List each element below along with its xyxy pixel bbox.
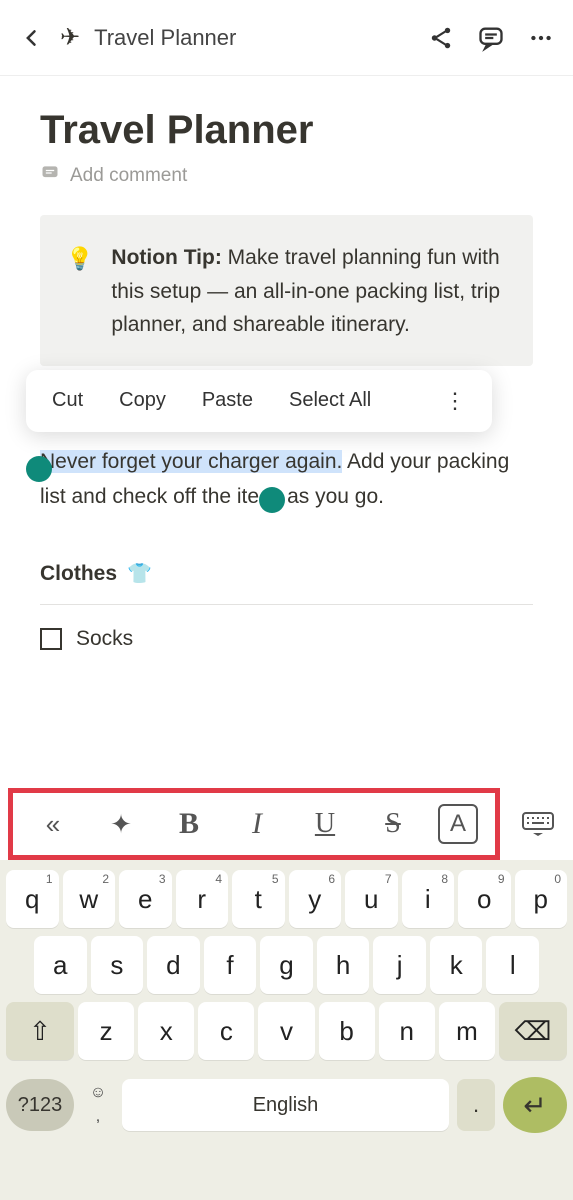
tip-callout[interactable]: 💡 Notion Tip: Make travel planning fun w… [40,215,533,366]
backspace-key[interactable]: ⌫ [499,1002,567,1060]
checkbox-icon[interactable] [40,628,62,650]
add-comment-button[interactable]: Add comment [40,163,533,189]
ai-sparkle-icon[interactable]: ✦ [98,809,144,840]
strike-button[interactable]: S [370,808,416,840]
key-r[interactable]: r4 [176,870,229,928]
key-c[interactable]: c [198,1002,254,1060]
key-f[interactable]: f [204,936,257,994]
plane-icon: ✈ [60,23,80,52]
italic-button[interactable]: I [234,807,280,841]
page-title[interactable]: Travel Planner [40,108,533,153]
add-comment-label: Add comment [70,165,187,187]
key-k[interactable]: k [430,936,483,994]
paste-button[interactable]: Paste [202,389,253,412]
selection-start-handle[interactable] [26,456,52,482]
key-row-2: asdfghjkl [6,936,567,994]
period-key[interactable]: . [457,1079,495,1131]
numeric-toggle-key[interactable]: ?123 [6,1079,74,1131]
key-row-4: ?123 ☺, English . ↵ [6,1072,567,1138]
key-p[interactable]: p0 [515,870,568,928]
key-s[interactable]: s [91,936,144,994]
key-row-3: ⇧ zxcvbnm ⌫ [6,1002,567,1060]
todo-item[interactable]: Socks [40,627,533,651]
key-x[interactable]: x [138,1002,194,1060]
select-all-button[interactable]: Select All [289,389,371,412]
shift-key[interactable]: ⇧ [6,1002,74,1060]
key-h[interactable]: h [317,936,370,994]
textstyle-button[interactable]: A [438,804,478,844]
callout-text: Notion Tip: Make travel planning fun wit… [111,241,507,342]
key-v[interactable]: v [258,1002,314,1060]
key-j[interactable]: j [373,936,426,994]
key-n[interactable]: n [379,1002,435,1060]
key-t[interactable]: t5 [232,870,285,928]
key-e[interactable]: e3 [119,870,172,928]
subheading-clothes[interactable]: Clothes 👕 [40,561,533,605]
collapse-icon[interactable]: « [30,809,76,840]
bold-button[interactable]: B [166,807,212,841]
selection-end-handle[interactable] [259,487,285,513]
comments-icon[interactable] [477,24,505,52]
comment-icon [40,163,60,189]
page-body: Travel Planner Add comment 💡 Notion Tip:… [0,76,573,651]
key-y[interactable]: y6 [289,870,342,928]
format-toolbar: « ✦ B I U S A [8,788,500,860]
key-a[interactable]: a [34,936,87,994]
key-g[interactable]: g [260,936,313,994]
key-m[interactable]: m [439,1002,495,1060]
key-d[interactable]: d [147,936,200,994]
context-menu: Cut Copy Paste Select All ⋮ [26,370,492,432]
back-icon[interactable] [18,24,46,52]
format-toolbar-wrap: « ✦ B I U S A [0,788,573,860]
key-o[interactable]: o9 [458,870,511,928]
key-w[interactable]: w2 [63,870,116,928]
todo-label: Socks [76,627,133,651]
selected-text: Never forget your charger again. [40,450,342,473]
emoji-key[interactable]: ☺, [82,1084,114,1126]
shirt-icon: 👕 [127,561,152,586]
share-icon[interactable] [427,24,455,52]
enter-key[interactable]: ↵ [503,1077,567,1133]
soft-keyboard: q1w2e3r4t5y6u7i8o9p0 asdfghjkl ⇧ zxcvbnm… [0,860,573,1200]
body-paragraph[interactable]: Never forget your charger again. Add you… [40,444,533,515]
subheading-label: Clothes [40,562,117,586]
more-icon[interactable] [527,24,555,52]
key-row-1: q1w2e3r4t5y6u7i8o9p0 [6,870,567,928]
key-l[interactable]: l [486,936,539,994]
key-u[interactable]: u7 [345,870,398,928]
ctx-more-icon[interactable]: ⋮ [444,388,466,414]
underline-button[interactable]: U [302,808,348,840]
app-header: ✈ Travel Planner [0,0,573,76]
key-z[interactable]: z [78,1002,134,1060]
space-key[interactable]: English [122,1079,449,1131]
key-q[interactable]: q1 [6,870,59,928]
cut-button[interactable]: Cut [52,389,83,412]
key-i[interactable]: i8 [402,870,455,928]
bulb-icon: 💡 [66,241,93,342]
keyboard-toggle-icon[interactable] [510,811,566,837]
key-b[interactable]: b [319,1002,375,1060]
copy-button[interactable]: Copy [119,389,166,412]
header-title: Travel Planner [94,25,413,51]
